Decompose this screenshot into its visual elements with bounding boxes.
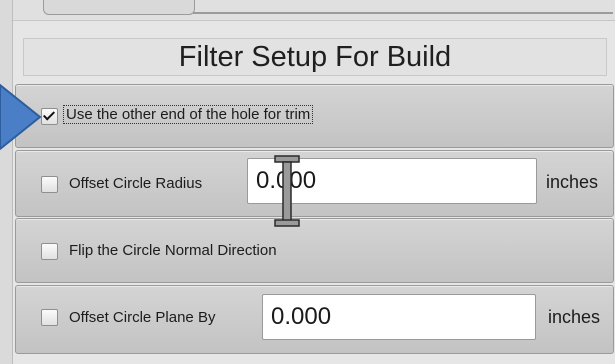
offset-circle-plane-label: Offset Circle Plane By bbox=[69, 309, 216, 326]
row-offset-circle-radius: Offset Circle Radius 0.000 inches bbox=[15, 150, 614, 217]
flip-normal-label: Flip the Circle Normal Direction bbox=[69, 242, 277, 259]
arrow-pointer-icon bbox=[0, 83, 42, 151]
top-tab[interactable] bbox=[43, 0, 195, 15]
panel-left-frame bbox=[0, 0, 13, 364]
top-divider bbox=[193, 12, 613, 14]
panel-title: Filter Setup For Build bbox=[23, 38, 607, 76]
row-use-other-end: Use the other end of the hole for trim bbox=[15, 84, 614, 148]
row-flip-normal: Flip the Circle Normal Direction bbox=[15, 218, 614, 283]
offset-circle-radius-unit: inches bbox=[546, 172, 599, 192]
offset-circle-plane-input[interactable]: 0.000 bbox=[262, 294, 536, 340]
offset-circle-plane-unit: inches bbox=[548, 307, 601, 327]
offset-circle-radius-label: Offset Circle Radius bbox=[69, 175, 203, 192]
text-cursor-icon bbox=[274, 155, 300, 227]
offset-circle-plane-checkbox[interactable] bbox=[41, 309, 58, 326]
top-tab-strip bbox=[13, 0, 615, 21]
row-offset-circle-plane: Offset Circle Plane By 0.000 inches bbox=[15, 285, 614, 354]
flip-normal-checkbox[interactable] bbox=[41, 243, 58, 260]
offset-circle-radius-checkbox[interactable] bbox=[41, 176, 58, 193]
use-other-end-label[interactable]: Use the other end of the hole for trim bbox=[62, 105, 314, 124]
